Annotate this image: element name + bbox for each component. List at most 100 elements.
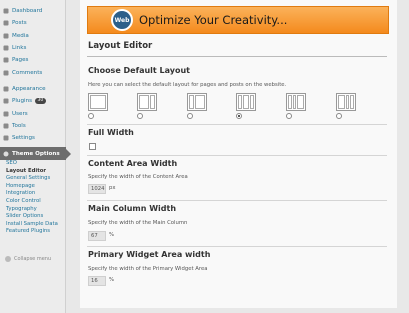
layout-option[interactable] <box>336 93 356 119</box>
content-area-unit: px <box>109 185 116 191</box>
layout-thumbnail[interactable] <box>336 93 356 111</box>
sidebar-item-label: Settings <box>12 135 35 142</box>
content-area-description: Specify the width of the Content Area <box>88 174 188 180</box>
primary-widget-heading: Primary Widget Area width <box>88 250 211 259</box>
section-divider <box>87 155 387 156</box>
layout-option[interactable] <box>187 93 207 119</box>
layout-column <box>189 95 195 109</box>
plugin-icon <box>3 98 9 104</box>
submenu-item-slider-options[interactable]: Slider Options <box>0 213 66 221</box>
layout-column <box>338 95 345 109</box>
sidebar-item-users[interactable]: Users <box>0 107 66 119</box>
sidebar-item-settings[interactable]: Settings <box>0 132 66 144</box>
sidebar-item-theme-options[interactable]: Theme Options <box>0 147 71 160</box>
layout-column <box>149 95 155 109</box>
sidebar-item-label: Tools <box>12 122 26 129</box>
primary-widget-width-input[interactable]: 16 <box>88 276 106 286</box>
sidebar-item-pages[interactable]: Pages <box>0 54 66 66</box>
submenu-item-general-settings[interactable]: General Settings <box>0 175 66 183</box>
update-count-badge: 30 <box>35 98 46 105</box>
sidebar-item-label: Theme Options <box>12 150 60 157</box>
sidebar-item-dashboard[interactable]: Dashboard <box>0 5 66 17</box>
content-area-heading: Content Area Width <box>88 159 178 168</box>
layout-option[interactable] <box>236 93 256 119</box>
submenu-item-featured-plugins[interactable]: Featured Plugins <box>0 228 66 236</box>
primary-widget-unit: % <box>109 277 115 283</box>
layout-radio[interactable] <box>88 113 94 119</box>
layout-column <box>292 95 297 109</box>
sidebar-item-label: Appearance <box>12 85 46 92</box>
appearance-icon <box>3 86 9 92</box>
submenu-item-color-control[interactable]: Color Control <box>0 198 66 206</box>
sidebar-item-label: Dashboard <box>12 8 43 15</box>
sidebar-item-posts[interactable]: Posts <box>0 17 66 29</box>
tools-icon <box>3 123 9 129</box>
sidebar-item-label: Users <box>12 110 28 117</box>
layout-radio[interactable] <box>137 113 143 119</box>
layout-radio[interactable] <box>286 113 292 119</box>
layout-column <box>297 95 304 109</box>
submenu-item-homepage[interactable]: Homepage <box>0 183 66 191</box>
layout-column <box>195 95 205 109</box>
layout-column <box>139 95 149 109</box>
layout-column <box>90 95 106 109</box>
default-layout-description: Here you can select the default layout f… <box>88 82 287 88</box>
full-width-checkbox[interactable] <box>89 143 96 150</box>
comment-icon <box>3 70 9 76</box>
settings-icon <box>3 135 9 141</box>
submenu-item-seo[interactable]: SEO <box>0 160 66 168</box>
theme-options-submenu: SEO Layout Editor General Settings Homepage… <box>0 160 66 236</box>
layout-thumbnail[interactable] <box>286 93 306 111</box>
layout-thumbnail[interactable] <box>88 93 108 111</box>
users-icon <box>3 111 9 117</box>
sidebar-item-plugins[interactable]: Plugins 30 <box>0 95 66 107</box>
logo-text: Web <box>114 16 130 24</box>
main-column-unit: % <box>109 232 115 238</box>
layout-column <box>350 95 354 109</box>
page-icon <box>3 57 9 63</box>
sidebar-item-links[interactable]: Links <box>0 42 66 54</box>
section-divider <box>87 200 387 201</box>
collapse-menu-button[interactable]: Collapse menu <box>5 256 51 262</box>
submenu-item-layout-editor[interactable]: Layout Editor <box>0 168 66 176</box>
sidebar-item-appearance[interactable]: Appearance <box>0 83 66 95</box>
sidebar-item-label: Plugins <box>12 98 33 105</box>
theme-options-icon <box>3 151 9 157</box>
web-logo: Web <box>111 9 133 31</box>
layout-column <box>250 95 254 109</box>
layout-column <box>238 95 242 109</box>
layout-thumbnail[interactable] <box>187 93 207 111</box>
layout-radio[interactable] <box>236 113 242 119</box>
layout-option[interactable] <box>286 93 306 119</box>
full-width-heading: Full Width <box>88 128 134 137</box>
layout-option[interactable] <box>137 93 157 119</box>
collapse-icon <box>5 256 11 262</box>
submenu-item-typography[interactable]: Typography <box>0 206 66 214</box>
title-divider <box>87 56 387 57</box>
layout-radio[interactable] <box>187 113 193 119</box>
layout-radio[interactable] <box>336 113 342 119</box>
sidebar-item-label: Media <box>12 32 29 39</box>
layout-column <box>288 95 292 109</box>
theme-banner: Web Optimize Your Creativity... <box>87 6 389 34</box>
dashboard-icon <box>3 8 9 14</box>
sidebar-item-label: Links <box>12 45 27 52</box>
layout-thumbnail[interactable] <box>236 93 256 111</box>
sidebar-item-comments[interactable]: Comments <box>0 66 66 78</box>
section-divider <box>87 124 387 125</box>
main-column-heading: Main Column Width <box>88 204 177 213</box>
sidebar-item-label: Comments <box>12 69 43 76</box>
content-area-width-input[interactable]: 1024 <box>88 184 106 194</box>
pin-icon <box>3 20 9 26</box>
banner-tagline: Optimize Your Creativity... <box>139 13 288 27</box>
layout-column <box>345 95 350 109</box>
sidebar-item-label: Pages <box>12 57 29 64</box>
submenu-item-integration[interactable]: Integration <box>0 190 66 198</box>
page-title: Layout Editor <box>88 41 153 51</box>
submenu-item-install-sample-data[interactable]: Install Sample Data <box>0 221 66 229</box>
layout-thumbnail[interactable] <box>137 93 157 111</box>
sidebar-item-media[interactable]: Media <box>0 30 66 42</box>
main-column-width-input[interactable]: 67 <box>88 231 106 241</box>
sidebar-item-tools[interactable]: Tools <box>0 120 66 132</box>
layout-option[interactable] <box>88 93 108 119</box>
